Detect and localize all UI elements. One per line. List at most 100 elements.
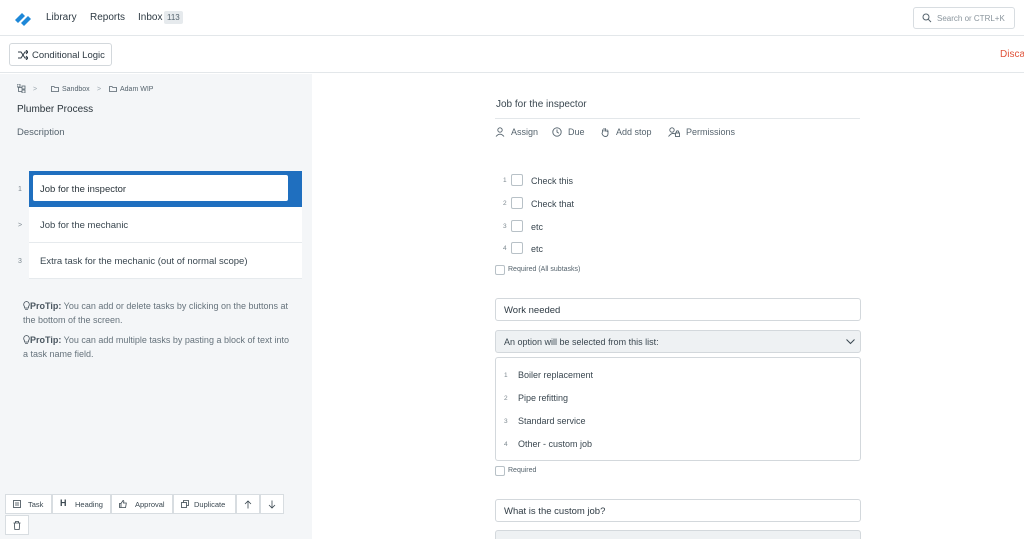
task-icon [13,500,21,508]
breadcrumb-folder-label: Adam WIP [120,86,154,93]
nav-inbox-link[interactable]: Inbox [138,12,162,23]
option-item[interactable]: Pipe refitting [518,393,568,403]
assign-label: Assign [511,127,539,137]
protip-heading: ProTip: [30,301,62,311]
subtask-checkbox[interactable] [511,220,523,232]
task-sidebar: > Sandbox > Adam WIP Plumber Process Des… [0,74,312,539]
task-number: 3 [18,258,22,265]
option-number: 2 [504,395,508,402]
work-needed-label: Work needed [504,305,561,316]
folder-icon [51,86,59,92]
option-item[interactable]: Standard service [518,416,586,426]
delete-task-button[interactable] [5,515,29,535]
next-field-partial[interactable] [495,530,861,539]
required-all-label: Required (All subtasks) [508,266,581,273]
option-list-select[interactable]: An option will be selected from this lis… [495,330,861,353]
breadcrumb-sandbox[interactable]: Sandbox [51,86,90,93]
app-logo-icon[interactable] [13,9,33,27]
option-item[interactable]: Boiler replacement [518,370,593,380]
move-task-down-button[interactable] [260,494,284,514]
add-heading-label: Heading [75,500,103,509]
due-date-button[interactable]: Due [552,127,592,139]
breadcrumb-sandbox-label: Sandbox [62,86,90,93]
nav-reports-link[interactable]: Reports [90,12,125,23]
protip: ProTip: You can add or delete tasks by c… [23,299,291,327]
search-input[interactable]: Search or CTRL+K [913,7,1015,29]
task-number: 1 [18,186,22,193]
task-label: Extra task for the mechanic (out of norm… [40,256,248,267]
option-number: 4 [504,441,508,448]
add-approval-button[interactable]: Approval [111,494,173,514]
work-needed-field[interactable]: Work needed [495,298,861,321]
option-list: 1 Boiler replacement 2 Pipe refitting 3 … [495,357,861,461]
add-task-label: Task [28,500,44,509]
conditional-logic-button[interactable]: Conditional Logic [9,43,112,66]
heading-icon: H [60,498,67,508]
process-description[interactable]: Description [17,127,65,138]
custom-job-label: What is the custom job? [504,506,606,517]
subtask-label[interactable]: etc [531,222,543,232]
lightbulb-icon [23,335,30,344]
subtask-label[interactable]: Check this [531,176,573,186]
add-stop-button[interactable]: Add stop [600,127,660,139]
task-name-field[interactable]: Job for the inspector [33,175,288,201]
org-tree-icon[interactable] [17,84,26,93]
process-title[interactable]: Plumber Process [17,104,93,115]
editor-toolbar: Conditional Logic [0,36,1024,73]
permissions-label: Permissions [686,127,736,137]
search-placeholder: Search or CTRL+K [937,14,1005,23]
task-item[interactable]: Job for the inspector [29,171,302,207]
task-title[interactable]: Job for the inspector [496,99,587,110]
subtask-checkbox[interactable] [511,174,523,186]
task-number: > [18,222,23,229]
add-stop-label: Add stop [616,127,652,137]
chevron-down-icon [846,339,855,345]
top-nav: Library Reports Inbox 113 Search or CTRL… [0,0,1024,36]
search-icon [922,13,932,23]
add-approval-label: Approval [135,500,165,509]
task-item[interactable]: Extra task for the mechanic (out of norm… [29,243,302,279]
option-number: 1 [504,372,508,379]
shuffle-icon [18,50,28,60]
arrow-up-icon [244,500,252,509]
subtask-number: 1 [503,177,507,184]
required-all-checkbox[interactable] [495,265,505,275]
move-task-up-button[interactable] [236,494,260,514]
clock-icon [552,127,562,137]
permissions-button[interactable]: Permissions [668,127,740,139]
breadcrumb-folder[interactable]: Adam WIP [109,86,153,93]
duplicate-task-button[interactable]: Duplicate [173,494,236,514]
breadcrumb-separator: > [97,86,102,93]
trash-icon [13,521,21,530]
duplicate-icon [181,500,189,508]
assign-button[interactable]: Assign [495,127,545,139]
option-number: 3 [504,418,508,425]
subtask-label[interactable]: etc [531,244,543,254]
subtask-label[interactable]: Check that [531,199,574,209]
conditional-logic-label: Conditional Logic [32,50,105,61]
inbox-count-badge: 113 [164,11,183,24]
subtask-number: 2 [503,200,507,207]
breadcrumb-separator: > [33,86,38,93]
add-heading-button[interactable]: H Heading [52,494,111,514]
add-task-button[interactable]: Task [5,494,52,514]
option-item[interactable]: Other - custom job [518,439,592,449]
required-checkbox[interactable] [495,466,505,476]
subtask-checkbox[interactable] [511,242,523,254]
subtask-number: 3 [503,223,507,230]
option-list-label: An option will be selected from this lis… [504,337,659,347]
protip-text: You can add or delete tasks by clicking … [23,301,288,325]
task-item[interactable]: Job for the mechanic [29,207,302,243]
custom-job-field[interactable]: What is the custom job? [495,499,861,522]
lightbulb-icon [23,301,30,310]
hand-stop-icon [601,128,609,137]
protip-heading: ProTip: [30,335,62,345]
duplicate-task-label: Duplicate [194,500,226,509]
discard-button[interactable]: Disca [1000,49,1024,60]
task-label: Job for the inspector [40,184,127,195]
user-icon [495,127,505,137]
task-actions-bar: Task H Heading Approval Duplicate [5,494,284,538]
subtask-checkbox[interactable] [511,197,523,209]
nav-library-link[interactable]: Library [46,12,77,23]
protip-text: You can add multiple tasks by pasting a … [23,335,289,359]
